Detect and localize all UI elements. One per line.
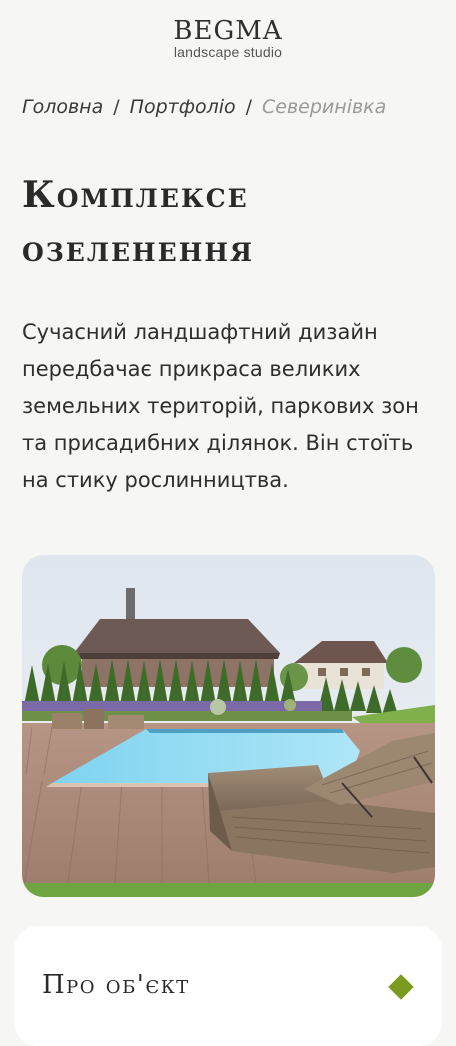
diamond-toggle-icon[interactable]	[388, 974, 414, 1000]
project-info-card[interactable]: Про об'єкт	[14, 926, 442, 1046]
logo-subtitle: landscape studio	[173, 44, 283, 60]
logo-title: BEGMA	[173, 16, 283, 46]
breadcrumb-portfolio[interactable]: Портфоліо	[130, 96, 236, 118]
page-title: Комплексе озеленення	[22, 174, 254, 270]
breadcrumb: Головна / Портфоліо / Северинівка	[22, 96, 386, 118]
house-with-pool-photo	[22, 555, 435, 897]
breadcrumb-separator: /	[245, 96, 253, 118]
info-card-title: Про об'єкт	[42, 970, 190, 1000]
project-photo	[22, 555, 435, 897]
page-description: Сучасний ландшафтний дизайн передбачає п…	[22, 320, 419, 492]
site-logo[interactable]: BEGMA landscape studio	[0, 16, 456, 60]
breadcrumb-current: Северинівка	[262, 96, 387, 118]
breadcrumb-home[interactable]: Головна	[22, 96, 103, 118]
breadcrumb-separator: /	[113, 96, 120, 118]
